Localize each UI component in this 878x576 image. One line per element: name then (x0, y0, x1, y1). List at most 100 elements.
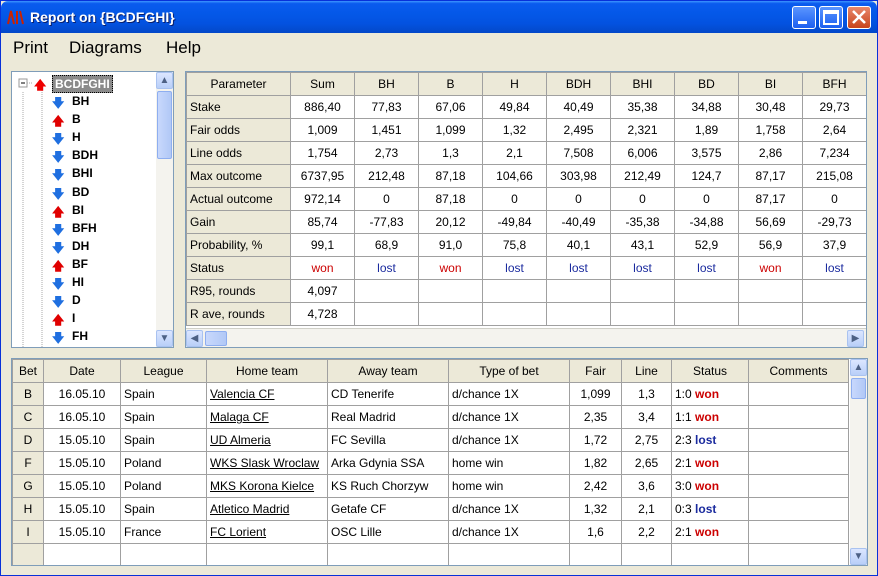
tree-item-label: BI (72, 202, 84, 217)
home-team-cell: WKS Slask Wroclaw (206, 451, 328, 475)
home-team-link[interactable]: MKS Korona Kielce (210, 479, 314, 493)
summary-column-header[interactable]: BH (354, 72, 419, 96)
home-team-link[interactable]: FC Lorient (210, 525, 266, 539)
bets-column-header[interactable]: Fair (569, 359, 622, 383)
summary-cell: 1,32 (482, 118, 547, 142)
home-team-link[interactable]: Valencia CF (210, 387, 274, 401)
empty-cell (43, 543, 121, 565)
comments-cell (748, 474, 849, 498)
summary-scroll-thumb[interactable] (205, 331, 227, 346)
bets-column-header[interactable]: Home team (206, 359, 328, 383)
table-row[interactable]: I 15.05.10 France FC Lorient OSC Lille d/chan… (12, 520, 849, 544)
away-team-cell: Getafe CF (327, 497, 449, 521)
bet-type-cell: d/chance 1X (448, 520, 570, 544)
summary-cell: 2,1 (482, 141, 547, 165)
menu-help[interactable]: Help (166, 38, 201, 58)
tree-item-label: HI (72, 275, 84, 289)
tree-item-label: I (72, 311, 76, 326)
home-team-link[interactable]: Malaga CF (210, 410, 269, 424)
scroll-up-icon[interactable]: ▲ (156, 72, 173, 89)
empty-cell (621, 543, 672, 565)
summary-column-header[interactable]: B (418, 72, 483, 96)
line-odds-cell: 3,6 (621, 474, 672, 498)
summary-column-header[interactable]: BHI (610, 72, 675, 96)
table-row[interactable]: B 16.05.10 Spain Valencia CF CD Tenerife d/ch… (12, 382, 849, 406)
title-bar[interactable]: Report on {BCDFGHI} (1, 1, 877, 33)
summary-column-header[interactable]: BDH (546, 72, 611, 96)
table-row[interactable] (12, 543, 849, 565)
summary-row-label: Status (186, 256, 291, 280)
summary-cell: 56,9 (738, 233, 803, 257)
summary-cell: 34,88 (674, 95, 739, 119)
summary-cell (738, 279, 803, 303)
summary-hscrollbar[interactable]: ◀ ▶ (186, 328, 866, 347)
table-row[interactable]: C 16.05.10 Spain Malaga CF Real Madrid d/chan… (12, 405, 849, 429)
summary-cell: 104,66 (482, 164, 547, 188)
summary-row-label: Stake (186, 95, 291, 119)
scroll-down-icon[interactable]: ▼ (156, 330, 173, 347)
score: 2:1 (675, 456, 692, 470)
summary-cell: 1,3 (418, 141, 483, 165)
up-arrow-icon: 🡅 (34, 78, 47, 92)
bets-column-header[interactable]: Away team (327, 359, 449, 383)
scroll-up-icon[interactable]: ▲ (850, 359, 867, 376)
home-team-link[interactable]: UD Almeria (210, 433, 271, 447)
summary-column-header[interactable]: Sum (290, 72, 355, 96)
table-row[interactable]: G 15.05.10 Poland MKS Korona Kielce KS Ruch … (12, 474, 849, 498)
table-row[interactable]: D 15.05.10 Spain UD Almeria FC Sevilla d/chan… (12, 428, 849, 452)
fair-odds-cell: 2,35 (569, 405, 622, 429)
summary-cell: 37,9 (802, 233, 866, 257)
summary-row-label: Fair odds (186, 118, 291, 142)
bets-column-header[interactable]: Status (671, 359, 749, 383)
summary-cell: -40,49 (546, 210, 611, 234)
bets-column-header[interactable]: Type of bet (448, 359, 570, 383)
table-row[interactable]: F 15.05.10 Poland WKS Slask Wroclaw Arka Gdy… (12, 451, 849, 475)
summary-cell (418, 302, 483, 326)
summary-row: Line odds 1,754 2,73 1,3 2,1 7,508 6,006 3,575 2… (186, 141, 866, 165)
summary-cell: 85,74 (290, 210, 355, 234)
tree-item-label: FH (72, 329, 88, 344)
summary-cell: 43,1 (610, 233, 675, 257)
bets-column-header[interactable]: Line (621, 359, 672, 383)
maximize-icon (823, 10, 839, 25)
league-cell: Poland (120, 474, 207, 498)
close-button[interactable] (847, 6, 871, 29)
tree-item-label: D (72, 293, 81, 308)
summary-column-header[interactable]: H (482, 72, 547, 96)
scroll-down-icon[interactable]: ▼ (850, 548, 867, 565)
home-team-link[interactable]: Atletico Madrid (210, 502, 289, 516)
bets-column-header[interactable]: Comments (748, 359, 849, 383)
summary-column-header[interactable]: BI (738, 72, 803, 96)
empty-cell (448, 543, 570, 565)
menu-print[interactable]: Print (13, 38, 48, 58)
bets-scrollbar[interactable]: ▲ ▼ (850, 359, 867, 565)
table-row[interactable]: H 15.05.10 Spain Atletico Madrid Getafe CF d/… (12, 497, 849, 521)
minimize-button[interactable] (792, 6, 816, 29)
summary-column-header[interactable]: BD (674, 72, 739, 96)
summary-row-label: Max outcome (186, 164, 291, 188)
bets-scroll-thumb[interactable] (851, 378, 866, 399)
summary-column-header[interactable]: BFH (802, 72, 866, 96)
tree-scrollbar[interactable]: ▲ ▼ (156, 72, 173, 347)
bets-column-header[interactable]: League (120, 359, 207, 383)
scroll-right-icon[interactable]: ▶ (847, 330, 864, 347)
summary-cell: 972,14 (290, 187, 355, 211)
menu-diagrams[interactable]: Diagrams (69, 38, 142, 58)
comments-cell (748, 497, 849, 521)
summary-column-header[interactable]: Parameter (186, 72, 291, 96)
home-team-link[interactable]: WKS Slask Wroclaw (210, 456, 319, 470)
summary-cell: 2,64 (802, 118, 866, 142)
bet-type-cell: home win (448, 451, 570, 475)
score: 1:0 (675, 387, 692, 401)
scroll-left-icon[interactable]: ◀ (186, 330, 203, 347)
status-cell: 3:0 won (671, 474, 749, 498)
bet-id-cell: I (12, 520, 44, 544)
bets-column-header[interactable]: Bet (12, 359, 44, 383)
bet-id-cell: H (12, 497, 44, 521)
tree-scroll-thumb[interactable] (157, 91, 172, 159)
bets-column-header[interactable]: Date (43, 359, 121, 383)
bet-tree[interactable]: 🡅 BCDFGHI 🡇 BH 🡅 B 🡇 H 🡇 BDH 🡇 BHI 🡇 BD 🡅 BI 🡇 BFH 🡇 DH 🡅 BF 🡇… (11, 71, 174, 348)
summary-cell (738, 302, 803, 326)
maximize-button[interactable] (819, 6, 843, 29)
summary-cell: 7,508 (546, 141, 611, 165)
